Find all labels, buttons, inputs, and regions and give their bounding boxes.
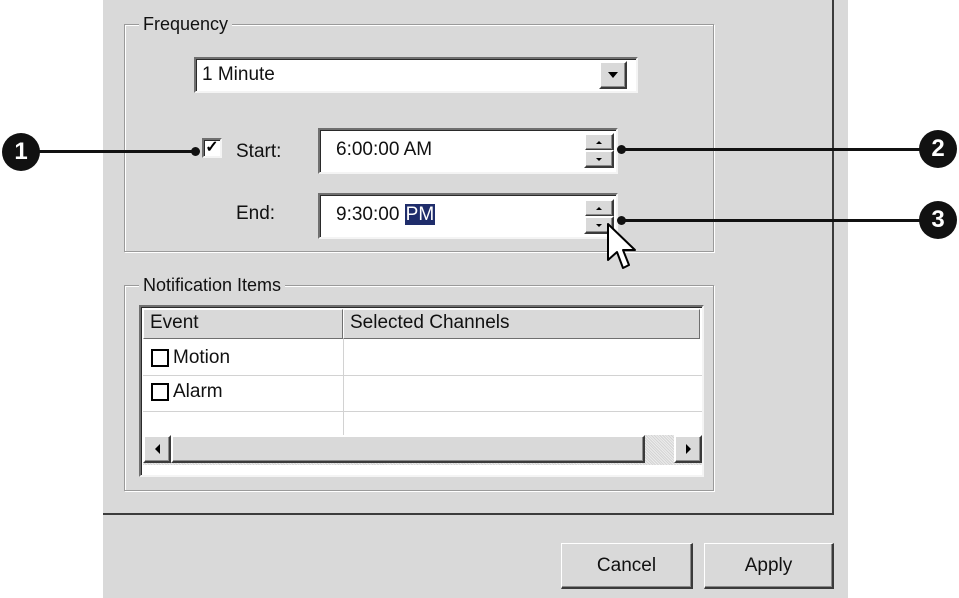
scroll-right-button[interactable] <box>674 435 702 463</box>
row-separator <box>143 411 702 412</box>
spin-down-icon <box>596 223 602 227</box>
event-label: Motion <box>173 347 231 368</box>
dropdown-button[interactable] <box>599 61 627 89</box>
end-time-selected: PM <box>404 204 436 225</box>
spin-down-icon <box>596 157 602 161</box>
event-label: Alarm <box>173 381 223 402</box>
scroll-left-button[interactable] <box>143 435 171 463</box>
notification-items-group-label: Notification Items <box>139 275 286 295</box>
apply-button[interactable]: Apply <box>704 543 834 589</box>
start-time-field[interactable]: 6:00:00 AM <box>318 128 618 174</box>
interval-dropdown[interactable]: 1 Minute <box>194 57 638 93</box>
start-spin-down-button[interactable] <box>584 150 614 168</box>
end-time-value: 9:30:00 PM <box>336 204 436 226</box>
callout-dot <box>191 147 200 156</box>
horizontal-scrollbar[interactable] <box>143 435 702 465</box>
column-header-event[interactable]: Event <box>143 309 343 339</box>
checkmark-icon: ✓ <box>205 139 219 156</box>
row-separator <box>143 375 702 376</box>
scroll-thumb[interactable] <box>171 435 645 463</box>
start-spin-up-button[interactable] <box>584 133 614 151</box>
start-checkbox[interactable]: ✓ <box>202 138 222 158</box>
list-row[interactable]: Motion <box>143 343 702 373</box>
mouse-pointer-icon <box>607 223 636 269</box>
start-time-spinner[interactable] <box>584 133 614 168</box>
frequency-group-label: Frequency <box>139 14 233 34</box>
end-time-prefix: 9:30:00 <box>336 204 405 225</box>
start-time-value: 6:00:00 AM <box>336 139 433 160</box>
scroll-right-icon <box>685 444 691 454</box>
chevron-down-icon <box>608 72 618 78</box>
notification-list[interactable]: Event Selected Channels Motion Alarm <box>139 305 704 477</box>
alarm-checkbox[interactable] <box>151 383 169 401</box>
column-header-selected-channels[interactable]: Selected Channels <box>343 309 700 339</box>
callout-marker: 2 <box>919 130 957 168</box>
spin-up-icon <box>596 206 602 210</box>
motion-checkbox[interactable] <box>151 349 169 367</box>
callout-marker: 3 <box>919 201 957 239</box>
end-spin-up-button[interactable] <box>584 199 614 217</box>
callout-marker: 1 <box>2 133 40 171</box>
end-label: End: <box>236 203 276 224</box>
callout-line <box>622 148 927 151</box>
interval-dropdown-value: 1 Minute <box>202 64 275 85</box>
spin-up-icon <box>596 140 602 144</box>
callout-line <box>38 150 195 153</box>
callout-line <box>622 219 927 222</box>
cancel-button[interactable]: Cancel <box>561 543 693 589</box>
end-time-field[interactable]: 9:30:00 PM <box>318 193 618 239</box>
list-row[interactable]: Alarm <box>143 377 702 407</box>
start-label: Start: <box>236 141 282 162</box>
scroll-left-icon <box>154 444 160 454</box>
